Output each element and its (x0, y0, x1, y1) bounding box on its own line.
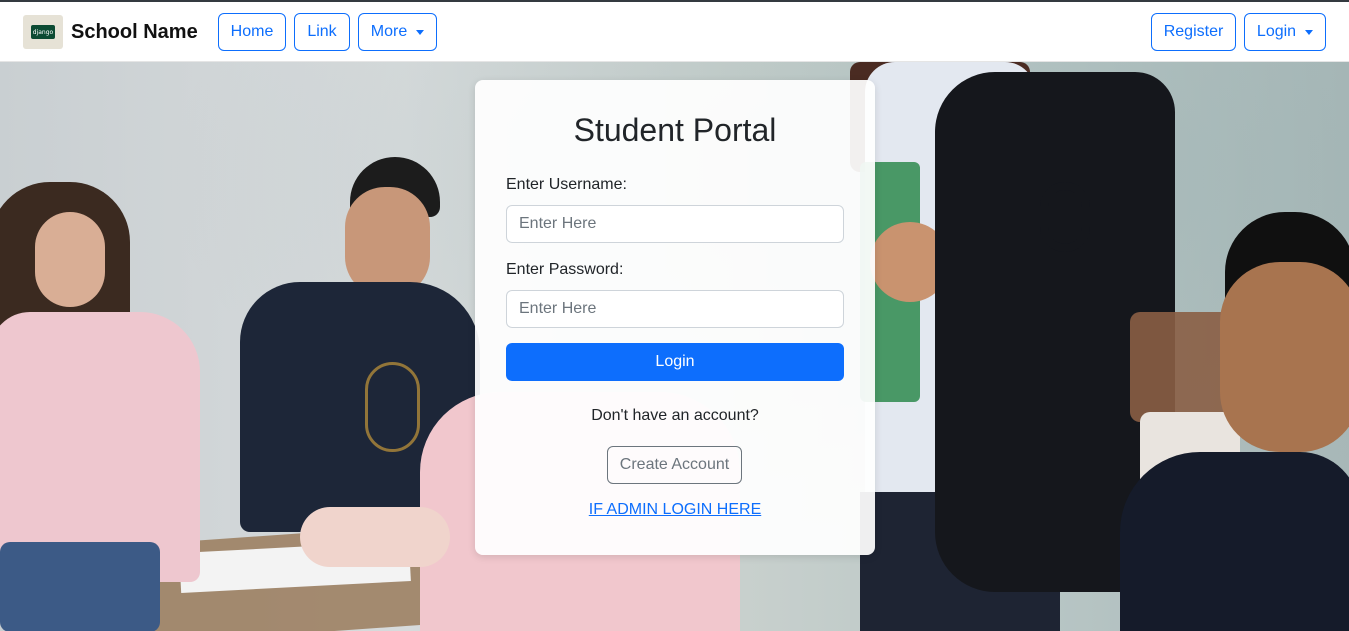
chevron-down-icon (416, 30, 425, 35)
admin-login-link[interactable]: IF ADMIN LOGIN HERE (475, 501, 875, 519)
nav-more-dropdown[interactable]: More (358, 13, 437, 51)
login-button[interactable]: Login (506, 343, 844, 381)
nav-link-button[interactable]: Link (294, 13, 350, 51)
brand-name[interactable]: School Name (71, 19, 198, 45)
navbar: django School Name Home Link More Regist… (0, 2, 1349, 62)
password-input[interactable] (506, 290, 844, 328)
brand-logo[interactable]: django (23, 15, 63, 49)
django-logo-icon: django (31, 25, 55, 39)
chevron-down-icon (1305, 30, 1314, 35)
register-button[interactable]: Register (1151, 13, 1236, 51)
username-input[interactable] (506, 205, 844, 243)
login-card: Student Portal Enter Username: Enter Pas… (475, 80, 875, 555)
login-dropdown[interactable]: Login (1244, 13, 1326, 51)
no-account-text: Don't have an account? (591, 407, 759, 424)
login-dropdown-label: Login (1256, 23, 1297, 40)
create-account-button[interactable]: Create Account (607, 446, 742, 484)
page-title: Student Portal (573, 112, 777, 148)
username-label: Enter Username: (506, 176, 627, 193)
nav-more-label: More (370, 23, 408, 40)
password-label: Enter Password: (506, 261, 624, 278)
nav-home-button[interactable]: Home (218, 13, 286, 51)
